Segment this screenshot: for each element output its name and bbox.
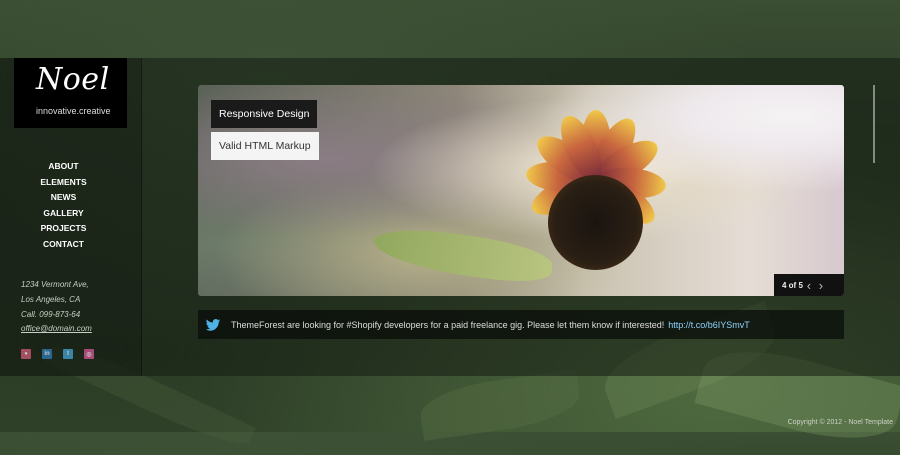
address-phone: Call. 099-873-64 <box>21 309 81 319</box>
flower-center <box>548 175 643 270</box>
address-city: Los Angeles, CA <box>21 294 81 304</box>
logo-name: Noel <box>36 62 110 97</box>
slider-controls: 4 of 5 ‹ › <box>774 274 844 296</box>
twitter-bird-icon <box>205 318 221 331</box>
slide-counter: 4 of 5 <box>782 280 803 290</box>
logo-tagline: innovative.creative <box>36 106 111 116</box>
flickr-icon[interactable]: ● <box>21 349 31 359</box>
nav-item-contact[interactable]: CONTACT <box>0 237 127 253</box>
email-link[interactable]: office@domain.com <box>21 322 92 337</box>
address-block: 1234 Vermont Ave, Los Angeles, CA Call. … <box>21 278 92 337</box>
tweet-link[interactable]: http://t.co/b6IYSmvT <box>668 320 750 330</box>
chevron-left-icon[interactable]: ‹ <box>803 274 815 296</box>
dribbble-icon[interactable]: ◎ <box>84 349 94 359</box>
social-links: ● in t ◎ <box>21 349 94 359</box>
scrollbar[interactable] <box>873 85 875 163</box>
main-nav: ABOUT ELEMENTS NEWS GALLERY PROJECTS CON… <box>0 159 127 252</box>
nav-item-news[interactable]: NEWS <box>0 190 127 206</box>
nav-item-about[interactable]: ABOUT <box>0 159 127 175</box>
twitter-icon[interactable]: t <box>63 349 73 359</box>
nav-item-projects[interactable]: PROJECTS <box>0 221 127 237</box>
tweet-text: ThemeForest are looking for #Shopify dev… <box>231 319 665 330</box>
nav-item-gallery[interactable]: GALLERY <box>0 206 127 222</box>
background-leaf <box>417 369 583 441</box>
image-slider[interactable]: Responsive Design Valid HTML Markup 4 of… <box>198 85 844 296</box>
slide-leaf-shape <box>371 222 555 288</box>
logo[interactable]: Noel innovative.creative <box>14 58 127 128</box>
slide-caption-secondary: Valid HTML Markup <box>211 132 319 160</box>
footer-copyright: Copyright © 2012 - Noel Template <box>787 419 893 426</box>
nav-item-elements[interactable]: ELEMENTS <box>0 175 127 191</box>
address-street: 1234 Vermont Ave, <box>21 280 89 289</box>
tweet-bar: ThemeForest are looking for #Shopify dev… <box>198 310 844 339</box>
chevron-right-icon[interactable]: › <box>815 274 827 296</box>
linkedin-icon[interactable]: in <box>42 349 52 359</box>
slide-caption-primary: Responsive Design <box>211 100 318 128</box>
